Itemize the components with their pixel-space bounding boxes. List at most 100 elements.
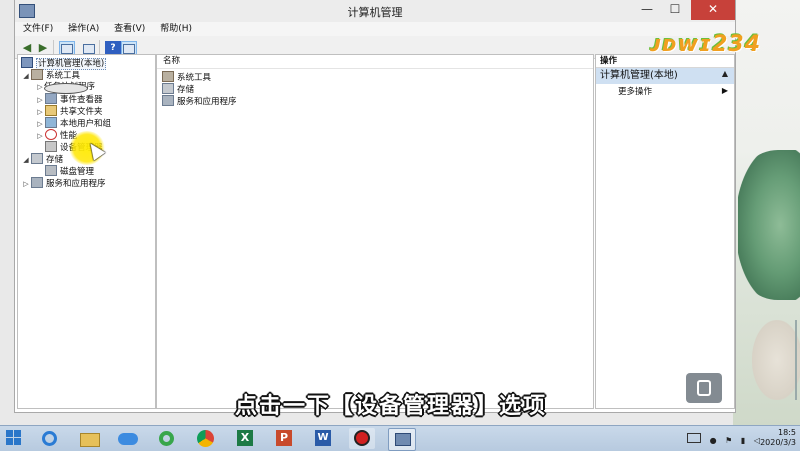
keyboard-icon[interactable] [687, 433, 702, 443]
plant-image [738, 150, 800, 300]
submenu-arrow-icon: ▶ [721, 86, 728, 95]
tree-item-shared-folders[interactable]: ▷ 共享文件夹 [36, 105, 103, 117]
storage-icon [162, 83, 174, 94]
more-actions-item[interactable]: 更多操作 [618, 86, 652, 98]
tree-label: 事件查看器 [60, 95, 103, 105]
services-icon [31, 177, 43, 188]
video-subtitle: 点击一下【设备管理器】选项 [235, 394, 548, 419]
menu-action[interactable]: 操作(A) [68, 22, 99, 36]
results-pane: 名称 系统工具 存储 服务和应用程序 [156, 54, 594, 409]
list-item[interactable]: 服务和应用程序 [161, 95, 237, 107]
edge-indicator [795, 320, 797, 400]
floating-action-button[interactable] [686, 373, 722, 403]
windows-logo-icon [6, 438, 13, 445]
windows-logo-icon [14, 438, 21, 445]
clock-time: 18:5 [778, 428, 796, 437]
tree-item-disk-management[interactable]: 磁盘管理 [44, 165, 94, 177]
show-hide-console-tree-button[interactable] [59, 41, 75, 55]
computer-management-taskbar-icon[interactable] [388, 428, 416, 451]
users-icon [45, 117, 57, 128]
tree-label: 共享文件夹 [60, 107, 103, 117]
action-pane-icon [123, 44, 135, 54]
maximize-button[interactable]: ☐ [661, 0, 689, 20]
windows-logo-icon [14, 430, 21, 437]
chrome-taskbar-icon[interactable] [193, 428, 219, 449]
collapse-up-icon[interactable]: ▲ [722, 69, 728, 78]
pot-image [752, 320, 800, 400]
tree-label: 磁盘管理 [60, 167, 95, 177]
minimize-button[interactable]: — [633, 0, 661, 20]
export-list-button[interactable] [81, 41, 97, 55]
penguin-icon[interactable]: ● [710, 436, 717, 445]
tools-icon [162, 71, 174, 82]
window-title: 计算机管理 [347, 6, 403, 19]
computer-management-window: 计算机管理 — ☐ ✕ 文件(F) 操作(A) 查看(V) 帮助(H) ◀ ▶ … [14, 0, 736, 413]
recorder-taskbar-icon[interactable] [349, 428, 375, 449]
taskbar-clock[interactable]: 18:5 2020/3/3 [754, 428, 796, 448]
shared-folder-icon [45, 105, 57, 116]
toolbar-separator [99, 40, 100, 54]
event-viewer-icon [45, 93, 57, 104]
export-icon [83, 44, 95, 54]
storage-icon [31, 153, 43, 164]
expanded-arrow-icon[interactable]: ◢ [22, 70, 30, 82]
taskbar: ● ⚑ ▮ ◁ 18:5 2020/3/3 [0, 425, 800, 451]
forward-button[interactable]: ▶ [35, 41, 51, 55]
expanded-arrow-icon[interactable]: ◢ [22, 154, 30, 166]
services-icon [162, 95, 174, 106]
device-manager-icon [45, 141, 57, 152]
column-header-name[interactable]: 名称 [157, 55, 593, 69]
list-item-label: 系统工具 [177, 73, 212, 83]
menu-help[interactable]: 帮助(H) [160, 22, 192, 36]
list-item[interactable]: 存储 [161, 83, 194, 95]
list-item[interactable]: 系统工具 [161, 71, 211, 83]
action-pane: 操作 计算机管理(本地) ▲ 更多操作 ▶ [595, 54, 735, 409]
excel-taskbar-icon[interactable] [232, 428, 258, 449]
file-explorer-taskbar-icon[interactable] [76, 428, 102, 449]
help-button[interactable]: ? [105, 41, 121, 55]
list-item-label: 存储 [177, 85, 195, 95]
tree-label: 服务和应用程序 [46, 179, 106, 189]
word-taskbar-icon[interactable] [310, 428, 336, 449]
menu-bar: 文件(F) 操作(A) 查看(V) 帮助(H) [15, 22, 735, 36]
flag-icon[interactable]: ⚑ [725, 436, 732, 445]
tree-label: 存储 [46, 155, 64, 165]
show-hide-action-pane-button[interactable] [121, 41, 137, 55]
console-tree-icon [61, 44, 73, 54]
disk-icon [45, 165, 57, 176]
start-button[interactable] [6, 430, 22, 446]
menu-file[interactable]: 文件(F) [23, 22, 53, 36]
collapsed-arrow-icon[interactable]: ▷ [22, 178, 30, 190]
tree-item-event-viewer[interactable]: ▷ 事件查看器 [36, 93, 103, 105]
performance-icon [45, 129, 57, 140]
close-button[interactable]: ✕ [691, 0, 735, 20]
tree-label: 系统工具 [46, 71, 81, 81]
powerpoint-taskbar-icon[interactable] [271, 428, 297, 449]
tree-item-computer-management[interactable]: 计算机管理(本地) [20, 57, 107, 70]
collapsed-arrow-icon[interactable]: ▷ [36, 81, 44, 93]
ie-taskbar-icon[interactable] [37, 428, 63, 449]
list-item-label: 服务和应用程序 [177, 97, 237, 107]
tools-icon [31, 69, 43, 80]
collapsed-arrow-icon[interactable]: ▷ [36, 130, 44, 142]
tree-item-task-scheduler[interactable]: ▷任务计划程序 [36, 81, 95, 94]
watermark-logo: ᴊᴅᴡɪ234 [650, 32, 761, 57]
network-icon[interactable]: ▮ [741, 436, 745, 445]
windows-logo-icon [6, 430, 13, 437]
tree-label: 本地用户和组 [60, 119, 112, 129]
mobile-device-icon [697, 380, 711, 396]
tree-item-system-tools[interactable]: ◢ 系统工具 [22, 69, 80, 81]
browser-taskbar-icon[interactable] [154, 428, 180, 449]
action-section-title[interactable]: 计算机管理(本地) [596, 68, 734, 84]
tree-item-services-applications[interactable]: ▷ 服务和应用程序 [22, 177, 106, 189]
computer-icon [21, 57, 33, 68]
tree-item-local-users-groups[interactable]: ▷ 本地用户和组 [36, 117, 111, 129]
menu-view[interactable]: 查看(V) [114, 22, 145, 36]
cloud-app-taskbar-icon[interactable] [115, 428, 141, 449]
toolbar-separator [53, 40, 54, 54]
tree-item-storage[interactable]: ◢ 存储 [22, 153, 63, 165]
back-button[interactable]: ◀ [19, 41, 35, 55]
console-tree-pane: 计算机管理(本地) ◢系统工具 ▷任务计划程序 ▷事件查看器 ▷共享文件夹 ▷本… [17, 54, 156, 409]
title-bar: 计算机管理 — ☐ ✕ [15, 0, 735, 22]
system-tray: ● ⚑ ▮ ◁ [681, 433, 760, 445]
